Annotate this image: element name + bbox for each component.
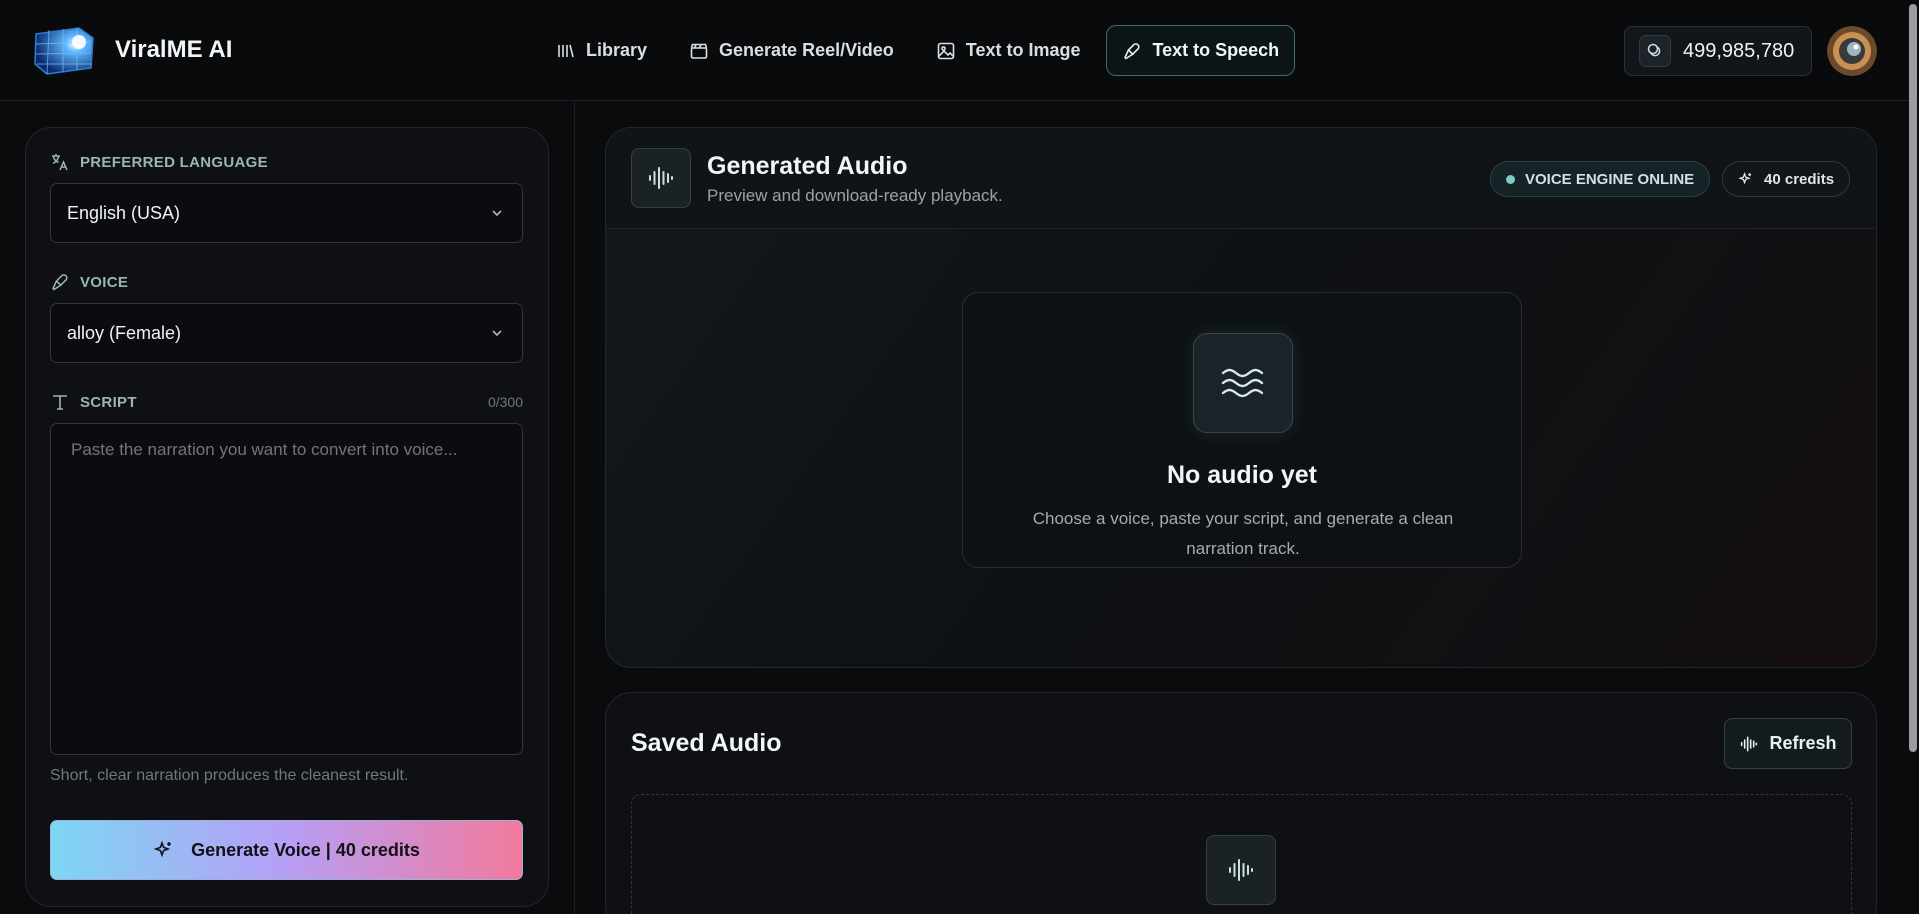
refresh-button[interactable]: Refresh <box>1724 718 1852 769</box>
page-scrollbar[interactable] <box>1909 4 1917 752</box>
voice-label: VOICE <box>50 272 128 292</box>
image-icon <box>937 42 955 59</box>
voice-select[interactable]: alloy (Female) <box>50 303 523 363</box>
saved-audio-card: Saved Audio Refresh <box>605 692 1877 914</box>
credits-value: 499,985,780 <box>1683 39 1795 62</box>
script-label: SCRIPT <box>50 392 137 412</box>
credits-balance[interactable]: 499,985,780 <box>1624 26 1812 76</box>
script-char-count: 0/300 <box>487 394 523 410</box>
audio-waveform-icon <box>631 148 691 208</box>
audio-waveform-icon <box>1741 736 1758 751</box>
saved-audio-list <box>631 794 1852 914</box>
audio-waveform-icon <box>1206 835 1276 905</box>
library-icon <box>558 44 574 57</box>
app-name: ViralME AI <box>115 36 233 63</box>
generate-voice-label: Generate Voice | 40 credits <box>191 839 420 860</box>
top-header: ViralME AI Library Generate Reel/Video T… <box>0 0 1919 101</box>
chevron-down-icon <box>492 210 502 217</box>
credit-cost-badge: 40 credits <box>1722 161 1851 197</box>
nav-text-to-speech-label: Text to Speech <box>1152 40 1280 60</box>
waves-icon <box>1193 333 1293 433</box>
avatar[interactable] <box>1827 26 1877 76</box>
app-logo-icon <box>33 24 97 76</box>
text-icon <box>53 395 67 410</box>
translate-icon <box>52 154 68 171</box>
saved-audio-title: Saved Audio <box>631 729 782 757</box>
nav-text-to-image[interactable]: Text to Image <box>920 25 1097 76</box>
nav-generate-reel-label: Generate Reel/Video <box>719 40 894 60</box>
voice-engine-status-badge: VOICE ENGINE ONLINE <box>1490 161 1711 197</box>
microphone-icon <box>52 274 68 291</box>
nav-text-to-speech[interactable]: Text to Speech <box>1106 25 1296 76</box>
nav-library[interactable]: Library <box>540 25 663 76</box>
generated-audio-title: Generated Audio <box>707 152 908 180</box>
script-input[interactable] <box>50 423 523 755</box>
empty-audio-title: No audio yet <box>1166 461 1317 489</box>
voice-value: alloy (Female) <box>67 322 182 343</box>
status-dot-icon <box>1506 174 1515 184</box>
generated-audio-card: Generated Audio Preview and download-rea… <box>605 127 1877 668</box>
coins-icon <box>1639 35 1671 67</box>
main-nav: Library Generate Reel/Video Text to Imag… <box>540 25 1296 76</box>
sparkles-icon <box>153 840 172 858</box>
generated-audio-header: Generated Audio Preview and download-rea… <box>606 128 1876 229</box>
empty-audio-state: No audio yet Choose a voice, paste your … <box>962 292 1522 568</box>
brand[interactable]: ViralME AI <box>33 24 232 76</box>
script-hint: Short, clear narration produces the clea… <box>50 767 409 784</box>
nav-library-label: Library <box>586 40 648 60</box>
language-label: PREFERRED LANGUAGE <box>50 152 268 172</box>
nav-text-to-image-label: Text to Image <box>965 40 1081 60</box>
language-value: English (USA) <box>67 202 181 223</box>
empty-audio-description: Choose a voice, paste your script, and g… <box>1032 509 1454 558</box>
nav-generate-reel[interactable]: Generate Reel/Video <box>673 25 910 76</box>
chevron-down-icon <box>492 330 502 337</box>
generated-audio-subtitle: Preview and download-ready playback. <box>707 186 1003 205</box>
sparkles-icon <box>1738 171 1752 185</box>
language-select[interactable]: English (USA) <box>50 183 523 243</box>
microphone-icon <box>1124 42 1141 60</box>
clapperboard-icon <box>690 43 708 59</box>
generate-voice-button[interactable]: Generate Voice | 40 credits <box>50 820 523 880</box>
refresh-label: Refresh <box>1769 733 1837 753</box>
panel-divider <box>574 101 575 914</box>
